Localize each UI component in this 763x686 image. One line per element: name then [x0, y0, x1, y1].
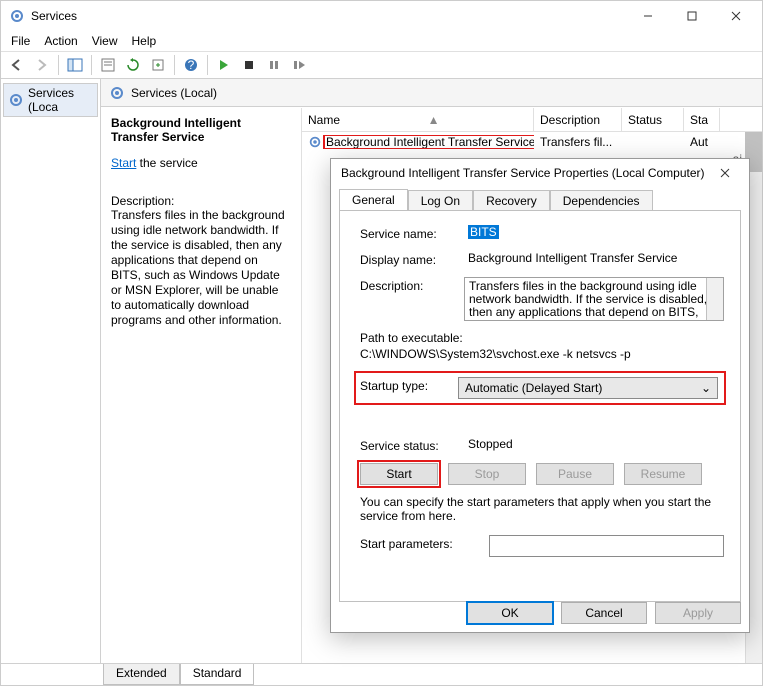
service-status-label: Service status: [360, 437, 468, 453]
service-status-value: Stopped [468, 437, 724, 451]
services-app-icon [9, 8, 25, 24]
help-button[interactable]: ? [179, 54, 203, 76]
tab-recovery[interactable]: Recovery [473, 190, 550, 211]
description-label: Description: [360, 277, 464, 293]
stop-service-button[interactable] [237, 54, 261, 76]
column-status[interactable]: Status [622, 108, 684, 131]
column-startup[interactable]: Sta [684, 108, 720, 131]
pause-service-button[interactable] [262, 54, 286, 76]
menubar: File Action View Help [1, 31, 762, 51]
tab-standard[interactable]: Standard [180, 664, 255, 685]
dialog-title: Background Intelligent Transfer Service … [341, 166, 705, 180]
description-heading: Description: [111, 194, 291, 208]
nav-services-local[interactable]: Services (Loca [3, 83, 98, 117]
description-pane: Background Intelligent Transfer Service … [101, 108, 301, 663]
cancel-button[interactable]: Cancel [561, 602, 647, 624]
chevron-down-icon: ⌄ [701, 381, 711, 395]
menu-view[interactable]: View [92, 34, 118, 48]
content-header-title: Services (Local) [131, 86, 217, 100]
menu-file[interactable]: File [11, 34, 30, 48]
dialog-tabs: General Log On Recovery Dependencies [339, 189, 741, 210]
tab-logon[interactable]: Log On [408, 190, 473, 211]
toolbar: ? [1, 51, 762, 79]
show-hide-tree-button[interactable] [63, 54, 87, 76]
service-row-bits[interactable]: Background Intelligent Transfer Service … [301, 132, 762, 152]
restart-service-button[interactable] [287, 54, 311, 76]
path-value: C:\WINDOWS\System32\svchost.exe -k netsv… [360, 347, 724, 361]
export-button[interactable] [146, 54, 170, 76]
service-name-label: Service name: [360, 225, 468, 241]
display-name-value: Background Intelligent Transfer Service [468, 251, 724, 265]
ok-button[interactable]: OK [467, 602, 553, 624]
column-description[interactable]: Description [534, 108, 622, 131]
nav-tree: Services (Loca [1, 79, 101, 663]
service-desc: Transfers fil... [534, 135, 622, 149]
list-header: Name▲ Description Status Sta [301, 108, 762, 132]
nav-item-label: Services (Loca [28, 86, 93, 114]
close-button[interactable] [714, 2, 758, 30]
menu-help[interactable]: Help [132, 34, 157, 48]
titlebar: Services [1, 1, 762, 31]
start-params-hint: You can specify the start parameters tha… [360, 495, 724, 523]
svg-text:?: ? [188, 58, 195, 72]
display-name-label: Display name: [360, 251, 468, 267]
stop-button: Stop [448, 463, 526, 485]
service-name-value[interactable]: BITS [468, 225, 499, 239]
tab-extended[interactable]: Extended [103, 664, 180, 685]
gear-icon [308, 135, 322, 149]
tab-general[interactable]: General [339, 189, 408, 210]
dialog-general-panel: Service name: BITS Display name: Backgro… [339, 210, 741, 602]
startup-type-value: Automatic (Delayed Start) [465, 381, 602, 395]
properties-button[interactable] [96, 54, 120, 76]
dialog-close-button[interactable] [711, 163, 739, 183]
start-service-button[interactable] [212, 54, 236, 76]
minimize-button[interactable] [626, 2, 670, 30]
description-text: Transfers files in the background using … [111, 208, 291, 328]
description-box[interactable]: Transfers files in the background using … [464, 277, 724, 321]
start-params-input[interactable] [489, 535, 724, 557]
gear-icon [8, 92, 24, 108]
forward-button[interactable] [30, 54, 54, 76]
startup-type-dropdown[interactable]: Automatic (Delayed Start) ⌄ [458, 377, 718, 399]
back-button[interactable] [5, 54, 29, 76]
service-startup: Aut [684, 135, 720, 149]
menu-action[interactable]: Action [44, 34, 77, 48]
properties-dialog: Background Intelligent Transfer Service … [330, 158, 750, 633]
resume-button: Resume [624, 463, 702, 485]
start-params-label: Start parameters: [360, 535, 489, 551]
selected-service-title: Background Intelligent Transfer Service [111, 116, 291, 144]
content-header: Services (Local) [101, 79, 762, 107]
start-service-link[interactable]: Start [111, 156, 136, 170]
refresh-button[interactable] [121, 54, 145, 76]
list-tabs: Extended Standard [1, 663, 762, 685]
maximize-button[interactable] [670, 2, 714, 30]
tab-dependencies[interactable]: Dependencies [550, 190, 653, 211]
column-name[interactable]: Name▲ [302, 108, 534, 131]
start-service-suffix: the service [136, 156, 197, 170]
window-title: Services [31, 9, 626, 23]
path-label: Path to executable: [360, 331, 724, 345]
service-name: Background Intelligent Transfer Service [324, 135, 534, 149]
start-button[interactable]: Start [360, 463, 438, 485]
dialog-titlebar: Background Intelligent Transfer Service … [331, 159, 749, 187]
apply-button: Apply [655, 602, 741, 624]
gear-icon [109, 85, 125, 101]
startup-type-label: Startup type: [356, 377, 458, 393]
pause-button: Pause [536, 463, 614, 485]
